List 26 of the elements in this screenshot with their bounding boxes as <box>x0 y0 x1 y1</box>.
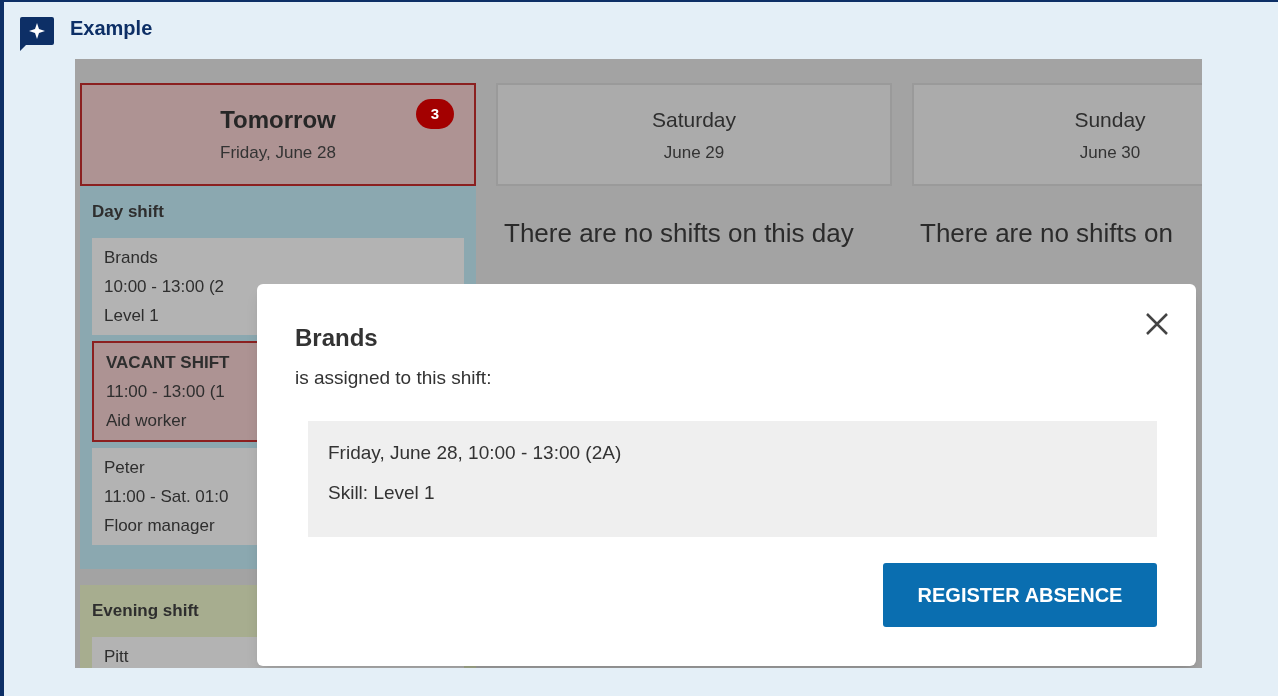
dialog-title: Brands <box>295 323 379 353</box>
day-date: June 29 <box>663 141 725 164</box>
shift-text: Level 1 <box>104 305 159 327</box>
shift-group-title: Evening shift <box>92 601 200 621</box>
shift-text: 11:00 - 13:00 (1 <box>106 381 225 403</box>
shift-text: 11:00 - Sat. 01:0 <box>104 486 229 508</box>
shift-text: 10:00 - 13:00 (2 <box>104 276 225 298</box>
shift-text: Peter <box>104 457 145 479</box>
shift-text: Floor manager <box>104 515 215 537</box>
empty-message: There are no shifts on <box>919 217 1174 250</box>
shift-text: Aid worker <box>106 410 187 432</box>
empty-message: There are no shifts on this day <box>503 217 855 250</box>
shift-detail: Friday, June 28, 10:00 - 13:00 (2A) <box>328 440 623 465</box>
shift-detail: Skill: Level 1 <box>328 480 436 505</box>
day-date: June 30 <box>1079 141 1141 164</box>
day-date: Friday, June 28 <box>220 141 336 164</box>
day-title: Tomorrow <box>220 104 336 135</box>
shift-group-title: Day shift <box>92 202 165 222</box>
day-title: Sunday <box>1074 106 1146 133</box>
shift-text: Brands <box>104 247 158 269</box>
dialog-subtitle: is assigned to this shift: <box>295 366 493 390</box>
shift-text: Pitt <box>104 646 129 668</box>
count-badge: 3 <box>416 99 454 129</box>
day-title: Saturday <box>651 106 737 133</box>
shift-text: VACANT SHIFT <box>106 352 230 374</box>
callout-title: Example <box>70 16 153 40</box>
